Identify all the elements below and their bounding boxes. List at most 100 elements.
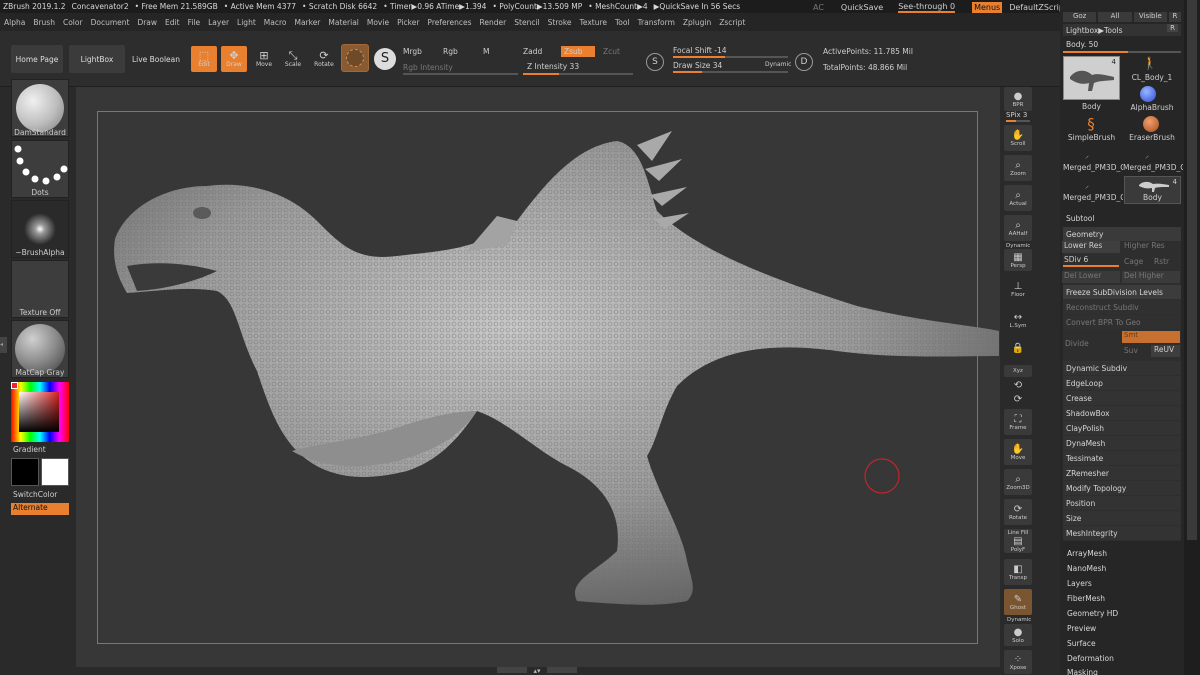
nanomesh-section[interactable]: NanoMesh <box>1067 564 1106 573</box>
divide-button[interactable]: Divide <box>1065 339 1089 348</box>
cage-button[interactable]: Cage <box>1124 257 1143 266</box>
menu-marker[interactable]: Marker <box>290 18 324 27</box>
dynamesh-item[interactable]: DynaMesh <box>1063 436 1181 450</box>
geometry-hd-section[interactable]: Geometry HD <box>1067 609 1118 618</box>
move-button[interactable]: ⊞ Move <box>251 46 277 72</box>
zcut-button[interactable]: Zcut <box>603 47 620 56</box>
lightbox-tools-button[interactable]: Lightbox▶Tools <box>1063 24 1181 36</box>
primary-color-swatch[interactable] <box>41 458 69 486</box>
floor-button[interactable]: ⊥ Floor <box>1004 277 1032 301</box>
dynamic-subdiv-item[interactable]: Dynamic Subdiv <box>1063 361 1181 375</box>
rgb-button[interactable]: Rgb <box>443 47 458 56</box>
menu-macro[interactable]: Macro <box>260 18 291 27</box>
menu-layer[interactable]: Layer <box>204 18 233 27</box>
gradient-label[interactable]: Gradient <box>13 445 46 454</box>
menu-stencil[interactable]: Stencil <box>510 18 543 27</box>
fibermesh-section[interactable]: FiberMesh <box>1067 594 1105 603</box>
move-view-button[interactable]: ✋ Move <box>1004 439 1032 465</box>
rgb-intensity-slider[interactable]: Rgb Intensity <box>403 63 453 72</box>
layers-section[interactable]: Layers <box>1067 579 1092 588</box>
menu-light[interactable]: Light <box>233 18 260 27</box>
rotate-y-icon[interactable]: ⟲ <box>1004 379 1032 391</box>
xyz-button[interactable]: Xyz <box>1004 365 1032 377</box>
script-name[interactable]: DefaultZScript <box>1009 3 1067 12</box>
smt-toggle[interactable]: Smt <box>1122 331 1180 343</box>
live-boolean-button[interactable]: Live Boolean <box>129 45 183 73</box>
rotate-button[interactable]: ⟳ Rotate <box>311 46 337 72</box>
menu-zplugin[interactable]: Zplugin <box>679 18 715 27</box>
switch-color-button[interactable]: SwitchColor <box>13 490 57 499</box>
sculptris-icon[interactable]: S <box>374 48 396 70</box>
merged-tool-icon-2[interactable]: ⸝ <box>1145 150 1157 160</box>
preview-section[interactable]: Preview <box>1067 624 1096 633</box>
rgb-intensity-track[interactable] <box>403 73 518 75</box>
dinosaur-sculpt-model[interactable] <box>97 111 999 644</box>
convert-bpr-button[interactable]: Convert BPR To Geo <box>1063 315 1181 329</box>
ac-button[interactable]: AC <box>813 3 824 12</box>
menu-brush[interactable]: Brush <box>29 18 59 27</box>
secondary-color-swatch[interactable] <box>11 458 39 486</box>
lower-res-button[interactable]: Lower Res <box>1062 241 1120 253</box>
del-lower-button[interactable]: Del Lower <box>1062 271 1120 283</box>
ghost-button[interactable]: ✎ Ghost <box>1004 589 1032 615</box>
color-saturation-square[interactable] <box>19 392 59 432</box>
crease-item[interactable]: Crease <box>1063 391 1181 405</box>
claypolish-item[interactable]: ClayPolish <box>1063 421 1181 435</box>
menu-texture[interactable]: Texture <box>576 18 611 27</box>
frame-button[interactable]: ⛶ Frame <box>1004 409 1032 435</box>
menu-file[interactable]: File <box>184 18 205 27</box>
color-picker[interactable] <box>11 382 69 442</box>
focal-shift-track[interactable] <box>673 56 788 58</box>
menu-alpha[interactable]: Alpha <box>0 18 29 27</box>
zoom-button[interactable]: ⌕ Zoom <box>1004 155 1032 181</box>
cl-body-icon[interactable]: 🚶 <box>1140 56 1160 72</box>
freeze-subdiv-button[interactable]: Freeze SubDivision Levels <box>1063 285 1181 299</box>
actual-button[interactable]: ⌕ Actual <box>1004 185 1032 211</box>
rotate-z-icon[interactable]: ⟳ <box>1004 393 1032 405</box>
m-button[interactable]: M <box>483 47 489 56</box>
alphabrush-icon[interactable] <box>1140 86 1156 102</box>
menu-color[interactable]: Color <box>59 18 87 27</box>
home-page-button[interactable]: Home Page <box>11 45 63 73</box>
bottom-scroll-handle-right[interactable] <box>547 667 577 673</box>
merged-tool-icon-1[interactable]: ⸝ <box>1085 150 1097 160</box>
d-icon[interactable]: D <box>795 53 813 71</box>
z-intensity-slider[interactable] <box>523 73 633 75</box>
alternate-button[interactable]: Alternate <box>11 503 69 515</box>
see-through-slider[interactable]: See-through 0 <box>898 2 956 13</box>
all-button[interactable]: All <box>1098 12 1132 22</box>
aahalf-button[interactable]: ⌕ AAHalf <box>1004 215 1032 241</box>
lightbox-button[interactable]: LightBox <box>69 45 125 73</box>
tool-thumb-body[interactable]: 4 <box>1063 56 1120 100</box>
zsub-button[interactable]: Zsub <box>561 46 595 57</box>
xpose-button[interactable]: ⁘ Xpose <box>1004 650 1032 674</box>
r-button[interactable]: R <box>1168 12 1181 22</box>
bottom-expand-icon[interactable]: ▴▾ <box>530 667 544 675</box>
focal-shift-slider[interactable]: Focal Shift -14 <box>673 46 727 55</box>
bpr-button[interactable]: ● BPR <box>1004 87 1032 111</box>
zadd-button[interactable]: Zadd <box>523 47 542 56</box>
s-icon[interactable]: S <box>646 53 664 71</box>
simplebrush-icon[interactable]: § <box>1083 116 1099 132</box>
visible-button[interactable]: Visible <box>1133 12 1167 22</box>
transp-button[interactable]: ◧ Transp <box>1004 559 1032 585</box>
reconstruct-subdiv-button[interactable]: Reconstruct Subdiv <box>1063 300 1181 314</box>
material-swatch-button[interactable] <box>341 44 369 72</box>
tool-thumb-body-2[interactable]: 4 Body <box>1124 176 1181 204</box>
geometry-section[interactable]: Geometry <box>1063 227 1181 241</box>
goz-button[interactable]: Goz <box>1063 12 1097 22</box>
sdiv-track[interactable] <box>1063 265 1119 267</box>
menu-stroke[interactable]: Stroke <box>544 18 576 27</box>
menu-transform[interactable]: Transform <box>634 18 679 27</box>
menus-button[interactable]: Menus <box>972 1 1003 13</box>
left-collapse-arrow[interactable]: ◂ <box>0 337 7 353</box>
polyf-button[interactable]: Line Fill ▤ PolyF <box>1004 529 1032 553</box>
meshintegrity-item[interactable]: MeshIntegrity <box>1063 526 1181 540</box>
reuv-button[interactable]: ReUV <box>1151 345 1180 357</box>
spix-track[interactable] <box>1006 120 1030 122</box>
panel-scroll-thumb[interactable] <box>1187 0 1197 540</box>
scroll-button[interactable]: ✋ Scroll <box>1004 125 1032 151</box>
suv-toggle[interactable]: Suv <box>1124 346 1138 355</box>
menu-edit[interactable]: Edit <box>161 18 184 27</box>
panel-scrollbar[interactable] <box>1184 0 1200 675</box>
